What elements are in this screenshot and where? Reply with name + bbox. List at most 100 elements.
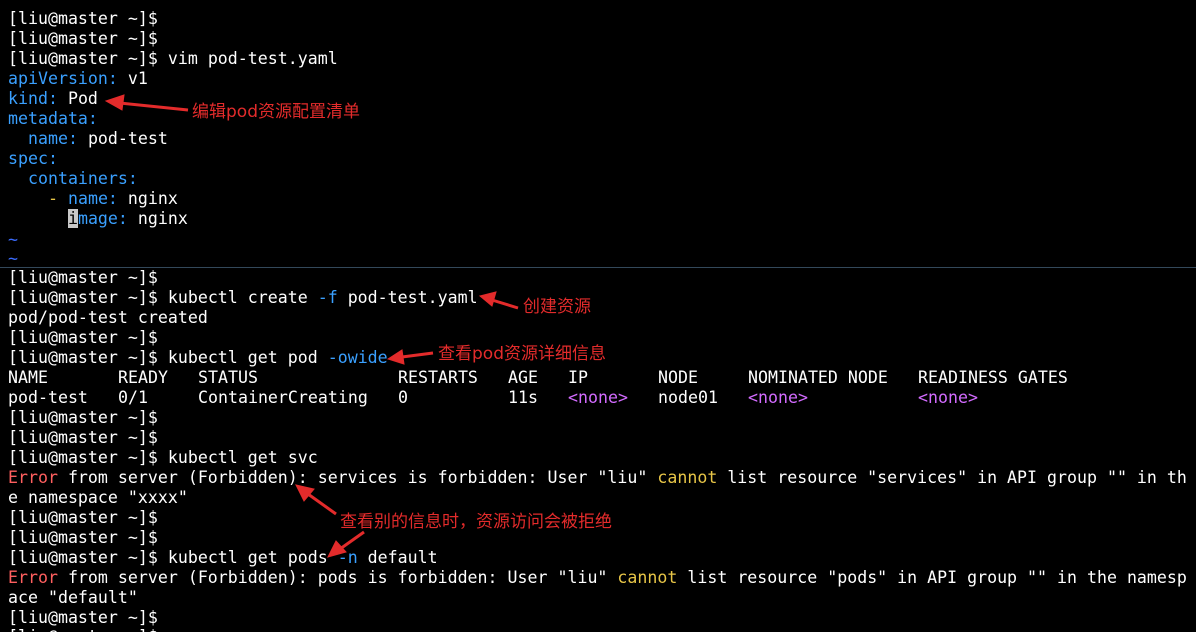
command-text: kubectl get pod <box>167 348 328 367</box>
error-text: from server (Forbidden): services is for… <box>57 468 658 487</box>
annotation-edit: 编辑pod资源配置清单 <box>192 102 360 122</box>
prompt: [liu@master ~]$ <box>8 428 158 447</box>
table-header-age: AGE <box>508 368 538 387</box>
command-flag: -n <box>337 548 358 567</box>
yaml-dash: - <box>47 189 58 208</box>
yaml-key: mage: <box>77 209 128 228</box>
prompt-line: [liu@master ~]$ <box>8 328 158 348</box>
vim-command-line: [liu@master ~]$ vim pod-test.yaml <box>8 49 338 69</box>
prompt: [liu@master ~]$ <box>8 528 158 547</box>
error-text: from server (Forbidden): pods is forbidd… <box>57 568 618 587</box>
command-text: kubectl get svc <box>167 448 318 467</box>
arrow-create-icon <box>478 291 519 310</box>
error-line: ace "default" <box>8 588 138 608</box>
prompt: [liu@master ~]$ <box>8 448 158 467</box>
table-header-restarts: RESTARTS <box>398 368 478 387</box>
table-header-status: STATUS <box>198 368 258 387</box>
prompt-line-partial: [liu@master ~]$ <box>8 627 158 632</box>
yaml-key: kind: <box>8 89 58 108</box>
table-header-ip: IP <box>568 368 588 387</box>
yaml-line-container-name: - name: nginx <box>8 189 178 209</box>
error-label: Error <box>8 568 58 587</box>
table-header-name: NAME <box>8 368 48 387</box>
cell-status: ContainerCreating <box>198 388 368 407</box>
yaml-value: Pod <box>67 89 98 108</box>
yaml-key: name: <box>27 129 78 148</box>
prompt: [liu@master ~]$ <box>8 608 158 627</box>
command-flag: -owide <box>327 348 388 367</box>
error-line: e namespace "xxxx" <box>8 488 188 508</box>
prompt-line: [liu@master ~]$ <box>8 508 158 528</box>
screenshot-divider <box>0 267 1196 268</box>
vim-empty-line: ~ <box>8 230 18 250</box>
cell-name: pod-test <box>8 388 88 407</box>
cannot-word: cannot <box>617 568 678 587</box>
yaml-value: pod-test <box>87 129 168 148</box>
error-text: e namespace "xxxx" <box>8 488 188 507</box>
prompt: [liu@master ~]$ <box>8 9 158 28</box>
arrow-detail-icon <box>386 349 434 365</box>
error-text: list resource "services" in API group ""… <box>717 468 1187 487</box>
prompt-line: [liu@master ~]$ <box>8 528 158 548</box>
cell-ip: <none> <box>568 388 628 407</box>
prompt: [liu@master ~]$ <box>8 348 158 367</box>
command-arg: default <box>357 548 438 567</box>
prompt: [liu@master ~]$ <box>8 548 158 567</box>
prompt: [liu@master ~]$ <box>8 49 158 68</box>
cell-readiness: <none> <box>918 388 978 407</box>
command-text: vim pod-test.yaml <box>167 49 338 68</box>
error-text: list resource "pods" in API group "" in … <box>677 568 1187 587</box>
cell-restarts: 0 <box>398 388 408 407</box>
error-line: Error from server (Forbidden): services … <box>8 468 1187 488</box>
yaml-line-metadata: metadata: <box>8 109 98 129</box>
yaml-value: nginx <box>127 189 178 208</box>
get-pods-command-line: [liu@master ~]$ kubectl get pods -n defa… <box>8 548 438 568</box>
arrow-edit-icon <box>104 94 189 112</box>
prompt: [liu@master ~]$ <box>8 288 158 307</box>
prompt: [liu@master ~]$ <box>8 408 158 427</box>
yaml-line-spec: spec: <box>8 149 58 169</box>
error-label: Error <box>8 468 58 487</box>
create-output: pod/pod-test created <box>8 308 208 327</box>
yaml-line-name: name: pod-test <box>8 129 168 149</box>
cell-node: node01 <box>658 388 718 407</box>
yaml-line-containers: containers: <box>8 169 138 189</box>
yaml-line-apiversion: apiVersion: v1 <box>8 69 148 89</box>
prompt: [liu@master ~]$ <box>8 508 158 527</box>
prompt-line: [liu@master ~]$ <box>8 9 158 29</box>
table-header-nominated: NOMINATED NODE <box>748 368 888 387</box>
table-header-readiness: READINESS GATES <box>918 368 1068 387</box>
prompt: [liu@master ~]$ <box>8 268 158 287</box>
command-flag: -f <box>317 288 338 307</box>
prompt: [liu@master ~]$ <box>8 627 158 632</box>
cell-nominated: <none> <box>748 388 808 407</box>
yaml-value: nginx <box>137 209 188 228</box>
command-arg: pod-test.yaml <box>337 288 478 307</box>
table-header-node: NODE <box>658 368 698 387</box>
command-text: kubectl get pods <box>167 548 338 567</box>
command-text: kubectl create <box>167 288 318 307</box>
get-pod-command-line: [liu@master ~]$ kubectl get pod -owide <box>8 348 388 368</box>
cell-age: 11s <box>508 388 538 407</box>
cell-ready: 0/1 <box>118 388 148 407</box>
yaml-line-kind: kind: Pod <box>8 89 98 109</box>
annotation-create: 创建资源 <box>523 297 591 317</box>
prompt-line: [liu@master ~]$ <box>8 29 158 49</box>
get-svc-command-line: [liu@master ~]$ kubectl get svc <box>8 448 318 468</box>
prompt-line: [liu@master ~]$ <box>8 408 158 428</box>
prompt: [liu@master ~]$ <box>8 29 158 48</box>
annotation-denied: 查看别的信息时，资源访问会被拒绝 <box>340 512 612 532</box>
error-line: Error from server (Forbidden): pods is f… <box>8 568 1187 588</box>
tilde: ~ <box>8 230 18 249</box>
vim-empty-line: ~ <box>8 249 18 265</box>
table-header-ready: READY <box>118 368 168 387</box>
yaml-key: spec: <box>8 149 58 168</box>
yaml-value: v1 <box>127 69 148 88</box>
create-command-line: [liu@master ~]$ kubectl create -f pod-te… <box>8 288 478 308</box>
prompt-line: [liu@master ~]$ <box>8 608 158 628</box>
cannot-word: cannot <box>657 468 718 487</box>
yaml-key: apiVersion: <box>8 69 118 88</box>
arrow-denied-1-icon <box>295 484 337 516</box>
terminal-window[interactable]: [liu@master ~]$ [liu@master ~]$ [liu@mas… <box>0 0 1196 632</box>
annotation-detail: 查看pod资源详细信息 <box>438 344 606 364</box>
